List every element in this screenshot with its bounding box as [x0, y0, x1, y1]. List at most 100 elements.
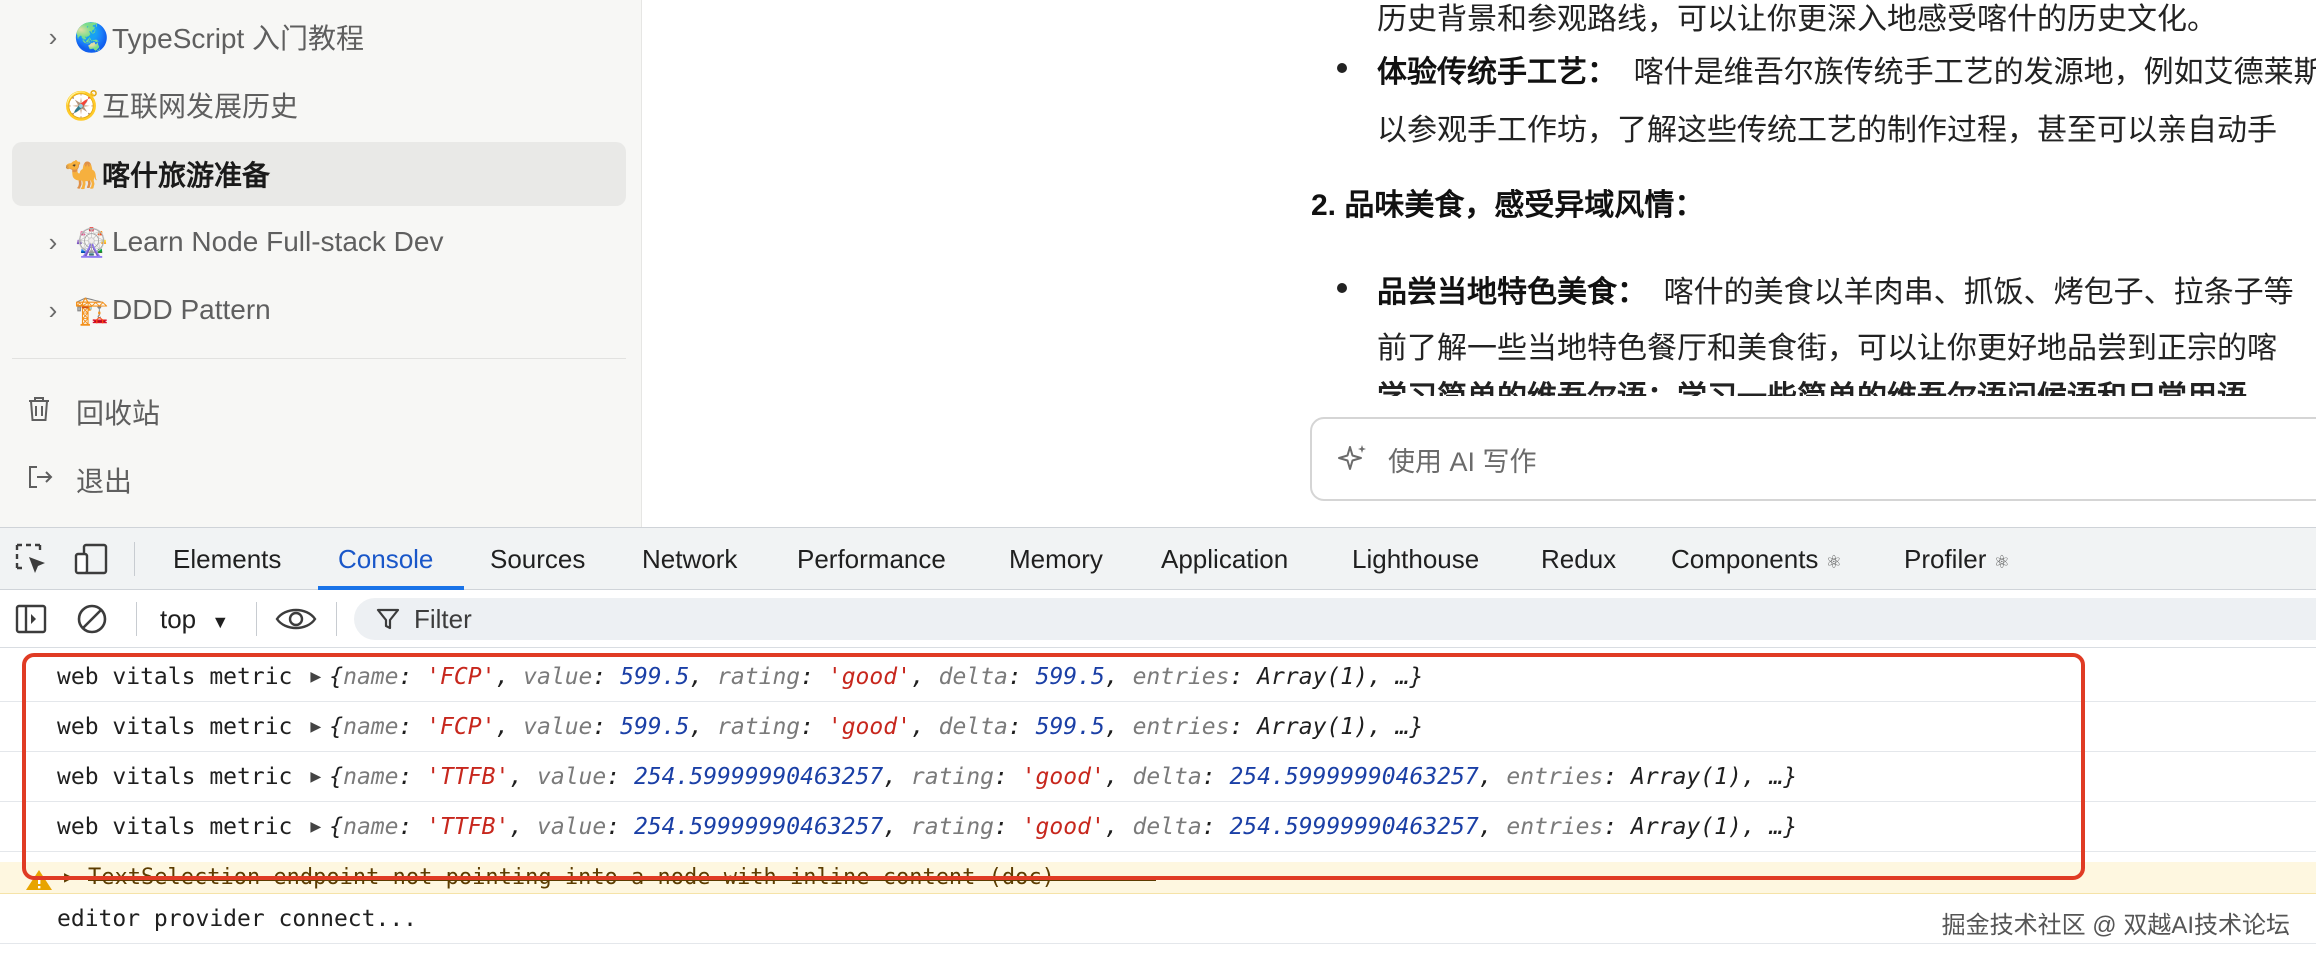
devtools-tabbar: Elements Console Sources Network Perform… — [0, 528, 2316, 590]
console-warning-row[interactable]: ▶ TextSelection endpoint not pointing in… — [0, 862, 2316, 894]
console-log-row[interactable]: web vitals metric ▶ {name: 'TTFB', value… — [0, 802, 2316, 852]
sidebar-item-internet-history[interactable]: 🧭 互联网发展历史 — [12, 73, 626, 137]
log-object[interactable]: {name: 'TTFB', value: 254.59999990463257… — [329, 764, 1797, 790]
sidebar-item-label: TypeScript 入门教程 — [112, 23, 365, 54]
bullet-continuation: 以参观手工作坊，了解这些传统工艺的制作过程，甚至可以亲自动手 — [1377, 114, 2277, 147]
tab-network[interactable]: Network — [642, 528, 737, 590]
paragraph-line: 历史背景和参观路线，可以让你更深入地感受喀什的历史文化。 — [1377, 3, 2217, 36]
logout-label: 退出 — [76, 466, 133, 497]
react-icon: ⚛ — [1825, 552, 1842, 572]
sidebar-item-ddd[interactable]: › 🏗️ DDD Pattern — [12, 278, 626, 342]
bullet-continuation: 前了解一些当地特色餐厅和美食街，可以让你更好地品尝到正宗的喀 — [1377, 332, 2277, 365]
logout-icon — [26, 463, 76, 498]
sidebar-toggle-icon[interactable] — [14, 602, 48, 636]
trash-label: 回收站 — [76, 398, 161, 429]
trash-icon — [26, 395, 76, 430]
expand-triangle-icon[interactable]: ▶ — [310, 816, 321, 837]
sidebar: › 🌏 TypeScript 入门教程 🧭 互联网发展历史 🐪 喀什旅游准备 ›… — [0, 0, 642, 527]
log-message: editor provider connect... — [57, 905, 418, 932]
react-icon: ⚛ — [1993, 552, 2010, 572]
console-log-row[interactable]: web vitals metric ▶ {name: 'FCP', value:… — [0, 702, 2316, 752]
sidebar-item-label: 喀什旅游准备 — [102, 160, 271, 191]
bullet-item: 体验传统手工艺： 喀什是维吾尔族传统手工艺的发源地，例如艾德莱斯绸 — [1377, 47, 2316, 91]
ai-write-input[interactable]: 使用 AI 写作 — [1310, 417, 2316, 501]
compass-icon: 🧭 — [64, 89, 99, 121]
sidebar-item-kashgar[interactable]: 🐪 喀什旅游准备 — [12, 142, 626, 206]
construction-icon: 🏗️ — [74, 294, 109, 326]
log-message: web vitals metric — [57, 763, 293, 790]
screen: › 🌏 TypeScript 入门教程 🧭 互联网发展历史 🐪 喀什旅游准备 ›… — [0, 0, 2316, 962]
sidebar-item-node[interactable]: › 🎡 Learn Node Full-stack Dev — [12, 210, 626, 274]
sidebar-item-label: DDD Pattern — [112, 294, 271, 325]
bullet-item: 品尝当地特色美食： 喀什的美食以羊肉串、抓饭、烤包子、拉条子等 — [1377, 267, 2294, 311]
clipped-line: 学习简单的维吾尔语：学习一些简单的维吾尔语问候语和日常用语 — [1377, 380, 2316, 396]
log-object[interactable]: {name: 'FCP', value: 599.5, rating: 'goo… — [329, 664, 1423, 690]
warning-icon — [26, 870, 52, 890]
expand-triangle-icon[interactable]: ▶ — [310, 716, 321, 737]
eye-icon[interactable] — [275, 604, 317, 634]
log-object[interactable]: {name: 'TTFB', value: 254.59999990463257… — [329, 814, 1797, 840]
toolbar-divider — [256, 602, 257, 636]
context-label: top — [160, 604, 197, 634]
ai-placeholder: 使用 AI 写作 — [1388, 446, 1537, 477]
watermark: 掘金技术社区 @ 双越AI技术论坛 — [1941, 912, 2290, 939]
expand-triangle-icon[interactable]: ▶ — [310, 766, 321, 787]
filter-placeholder: Filter — [414, 603, 472, 634]
logout-button[interactable]: 退出 — [12, 448, 626, 512]
bullet-title: 品尝当地特色美食： — [1377, 276, 1647, 309]
trash-button[interactable]: 回收站 — [12, 380, 626, 444]
tab-components[interactable]: Components ⚛ — [1671, 528, 1842, 590]
log-object[interactable]: {name: 'FCP', value: 599.5, rating: 'goo… — [329, 714, 1423, 740]
tab-memory[interactable]: Memory — [1009, 528, 1103, 590]
sidebar-divider — [12, 358, 626, 359]
bullet-title: 体验传统手工艺： — [1377, 56, 1617, 89]
tab-elements[interactable]: Elements — [173, 528, 281, 590]
bullet-dot — [1337, 63, 1347, 73]
overlap-strike — [88, 879, 1156, 881]
caret-down-icon: ▼ — [211, 612, 230, 632]
tab-redux[interactable]: Redux — [1541, 528, 1616, 590]
chevron-right-icon[interactable]: › — [32, 22, 74, 53]
chevron-right-icon[interactable]: › — [32, 227, 74, 258]
tab-label: Profiler — [1904, 544, 1987, 574]
camel-icon: 🐪 — [64, 158, 99, 190]
app-window: › 🌏 TypeScript 入门教程 🧭 互联网发展历史 🐪 喀什旅游准备 ›… — [0, 0, 2316, 527]
tab-label: Components — [1671, 544, 1819, 574]
ferris-wheel-icon: 🎡 — [74, 226, 109, 258]
console-log-row[interactable]: web vitals metric ▶ {name: 'FCP', value:… — [0, 652, 2316, 702]
section-heading: 2. 品味美食，感受异域风情： — [1311, 189, 1705, 222]
log-message: web vitals metric — [57, 663, 293, 690]
tab-console[interactable]: Console — [338, 528, 433, 590]
tab-application[interactable]: Application — [1161, 528, 1288, 590]
globe-icon: 🌏 — [74, 21, 109, 53]
tab-profiler[interactable]: Profiler ⚛ — [1904, 528, 2010, 590]
console-log-row[interactable]: web vitals metric ▶ {name: 'TTFB', value… — [0, 752, 2316, 802]
document-content: 历史背景和参观路线，可以让你更深入地感受喀什的历史文化。 体验传统手工艺： 喀什… — [643, 0, 2316, 527]
chevron-right-icon[interactable]: › — [32, 295, 74, 326]
bullet-text: 喀什是维吾尔族传统手工艺的发源地，例如艾德莱斯绸 — [1633, 56, 2316, 89]
tab-performance[interactable]: Performance — [797, 528, 946, 590]
clear-console-icon[interactable] — [75, 602, 109, 636]
bullet-dot — [1337, 283, 1347, 293]
warning-message: TextSelection endpoint not pointing into… — [88, 865, 1055, 890]
log-message: web vitals metric — [57, 713, 293, 740]
bullet-text: 喀什的美食以羊肉串、抓饭、烤包子、拉条子等 — [1663, 276, 2294, 309]
tab-lighthouse[interactable]: Lighthouse — [1352, 528, 1479, 590]
filter-input[interactable]: Filter — [354, 598, 2316, 640]
filter-icon — [376, 608, 400, 630]
tab-sources[interactable]: Sources — [490, 528, 585, 590]
sidebar-item-label: 互联网发展历史 — [102, 91, 299, 122]
console-toolbar: top ▼ Filter — [0, 590, 2316, 648]
toolbar-divider — [336, 602, 337, 636]
sparkle-icon — [1338, 445, 1366, 470]
expand-triangle-icon[interactable]: ▶ — [64, 867, 74, 886]
context-selector[interactable]: top ▼ — [160, 590, 229, 651]
sidebar-item-typescript[interactable]: › 🌏 TypeScript 入门教程 — [12, 5, 626, 69]
expand-triangle-icon[interactable]: ▶ — [310, 666, 321, 687]
devtools-panel: Elements Console Sources Network Perform… — [0, 527, 2316, 962]
sidebar-item-label: Learn Node Full-stack Dev — [112, 226, 444, 257]
device-toolbar-icon[interactable] — [74, 542, 108, 576]
log-message: web vitals metric — [57, 813, 293, 840]
inspect-element-icon[interactable] — [14, 542, 48, 576]
toolbar-divider — [134, 542, 135, 576]
